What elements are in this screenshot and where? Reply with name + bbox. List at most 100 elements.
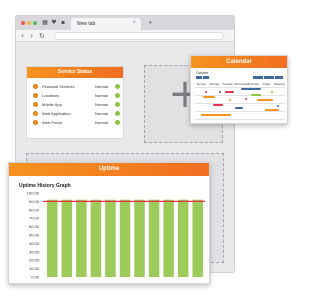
calendar-prev-button[interactable] (196, 76, 202, 79)
calendar-month: October (196, 71, 209, 75)
service-row: Mobile App Normal (33, 102, 121, 109)
service-row: Web Portal Normal (33, 120, 121, 127)
calendar-day-header: Saturday (273, 82, 286, 86)
calendar-week-line (195, 119, 285, 120)
calendar-event[interactable] (265, 109, 279, 111)
uptime-bar (148, 199, 160, 277)
calendar-event[interactable] (257, 99, 273, 101)
y-tick-label: 100.00 (27, 191, 40, 196)
calendar-event[interactable] (241, 88, 261, 90)
calendar-next-button[interactable] (203, 76, 209, 79)
uptime-bar (61, 199, 73, 277)
calendar-day-header: Friday (262, 82, 271, 86)
calendar-view-week-button[interactable] (264, 76, 274, 79)
uptime-bar (105, 199, 116, 277)
status-ok-icon (115, 93, 120, 98)
service-status-text: Normal (95, 102, 108, 107)
service-status-text: Normal (95, 111, 108, 116)
calendar-week-line (195, 111, 285, 112)
uptime-bar (76, 199, 87, 277)
uptime-widget[interactable]: Uptime Uptime History Graph 100.00 90.00 8… (8, 162, 210, 284)
y-tick-label: 0.00 (31, 275, 40, 280)
y-tick-label: 80.00 (29, 207, 40, 212)
status-ok-icon (115, 111, 120, 116)
service-name: Web Portal (42, 120, 62, 125)
sidebar-icon[interactable]: ▦ (42, 20, 48, 26)
uptime-bar (119, 199, 131, 277)
browser-tab[interactable]: New tab × (71, 18, 141, 30)
back-icon[interactable]: ‹ (21, 31, 24, 40)
heart-icon[interactable]: ♥ (51, 20, 57, 26)
service-status-text: Normal (95, 84, 108, 89)
service-row: Financial Services Normal (33, 84, 121, 91)
uptime-bar (47, 199, 58, 277)
address-bar-row: ‹ › ↻ (16, 30, 234, 42)
service-icon (33, 84, 38, 89)
calendar-event[interactable] (203, 96, 215, 98)
calendar-event[interactable] (225, 91, 234, 93)
uptime-bar (90, 199, 102, 277)
service-name: Financial Services (42, 84, 75, 89)
service-name: Locations (42, 93, 60, 98)
calendar-event[interactable] (251, 94, 261, 96)
y-tick-label: 10.00 (29, 266, 40, 271)
service-row: Locations Normal (33, 93, 121, 100)
service-icon (33, 120, 38, 125)
y-tick-label: 50.00 (29, 233, 40, 238)
service-icon (33, 111, 38, 116)
calendar-event[interactable] (213, 104, 223, 106)
y-tick-label: 90.00 (29, 199, 40, 204)
url-input[interactable] (54, 32, 224, 40)
calendar-event-dot[interactable] (229, 99, 231, 101)
service-name: Mobile App (42, 102, 62, 107)
service-status-text: Normal (95, 93, 108, 98)
uptime-bar (134, 199, 145, 277)
service-icon (33, 102, 38, 107)
forward-icon[interactable]: › (30, 31, 33, 40)
calendar-event-dot[interactable] (271, 91, 273, 93)
tab-bar: ▦ ♥ ▪ New tab × + (16, 16, 234, 30)
uptime-title: Uptime (9, 163, 209, 176)
calendar-event-dot[interactable] (205, 91, 207, 93)
status-ok-icon (115, 120, 120, 125)
calendar-event[interactable] (201, 114, 231, 116)
calendar-day-header: Sunday (196, 82, 207, 86)
calendar-day-header: Thursday (247, 82, 260, 86)
uptime-bar (163, 199, 174, 277)
service-icon (33, 93, 38, 98)
maximize-window-dot[interactable] (33, 21, 37, 25)
y-tick-label: 20.00 (29, 258, 40, 263)
y-tick-label: 30.00 (29, 249, 40, 254)
calendar-view-month-button[interactable] (253, 76, 263, 79)
service-status-text: Normal (95, 120, 108, 125)
close-window-dot[interactable] (21, 21, 25, 25)
calendar-event-dot[interactable] (277, 105, 279, 107)
service-name: Web Application (42, 111, 71, 116)
calendar-widget[interactable]: Calendar October Sunday Monday Tuesday Wedn… (190, 55, 288, 124)
service-status-widget[interactable]: Service Status Financial Services Normal L… (26, 66, 124, 139)
reload-icon[interactable]: ↻ (39, 32, 45, 40)
tab-title: New tab (77, 21, 96, 27)
calendar-day-header: Tuesday (222, 82, 233, 86)
calendar-event[interactable] (235, 107, 243, 109)
uptime-chart: 100.00 90.00 80.00 70.00 60.00 50.00 40.00 30.0… (27, 191, 205, 280)
calendar-grid: Sunday Monday Tuesday Wednesday Thursday Frid… (195, 82, 285, 122)
calendar-title: Calendar (191, 56, 287, 68)
tab-close-icon[interactable]: × (132, 20, 136, 26)
new-tab-button[interactable]: + (148, 18, 153, 27)
calendar-day-header: Wednesday (234, 82, 249, 86)
status-ok-icon (115, 84, 120, 89)
uptime-bar (192, 199, 203, 277)
briefcase-icon[interactable]: ▪ (60, 20, 66, 26)
y-tick-label: 70.00 (29, 216, 40, 221)
service-row: Web Application Normal (33, 111, 121, 118)
calendar-week-line (195, 87, 285, 88)
service-status-title: Service Status (27, 67, 123, 78)
calendar-event-dot[interactable] (245, 98, 247, 100)
calendar-event-dot[interactable] (219, 91, 221, 93)
calendar-view-day-button[interactable] (275, 76, 283, 79)
minimize-window-dot[interactable] (27, 21, 31, 25)
uptime-bar (177, 199, 189, 277)
calendar-day-header: Monday (209, 82, 220, 86)
status-ok-icon (115, 102, 120, 107)
